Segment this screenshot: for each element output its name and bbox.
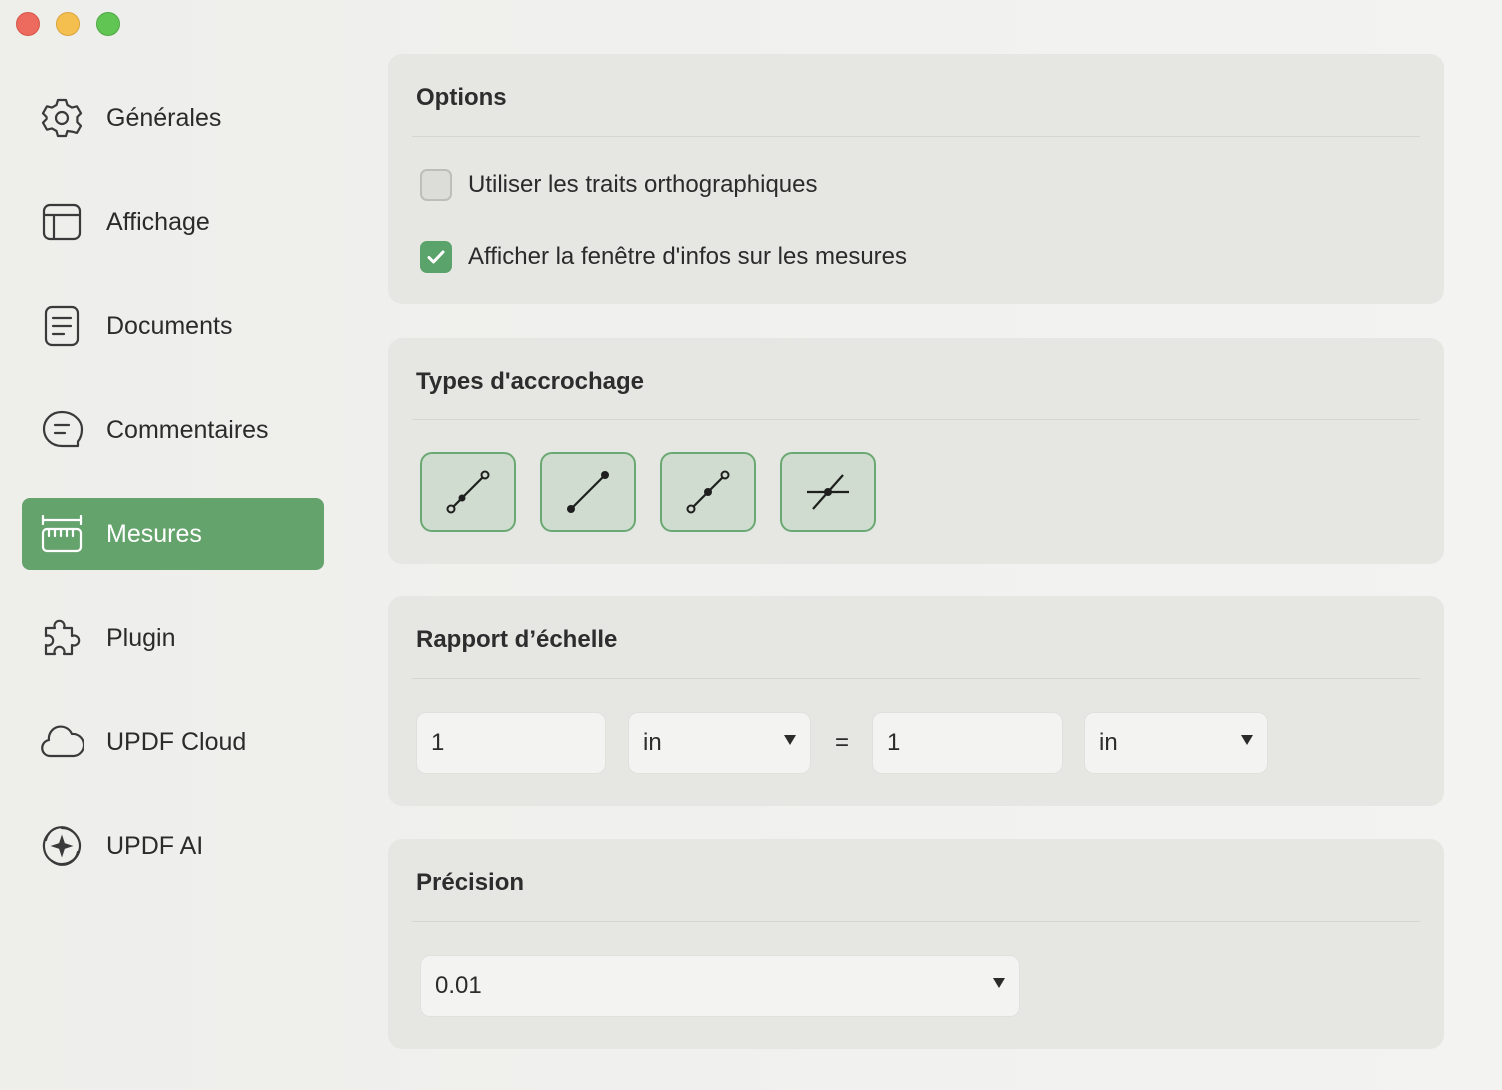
snap-types-panel: Types d'accrochage xyxy=(388,338,1444,564)
checkmark-icon xyxy=(427,250,445,264)
scale-right-value-input[interactable]: 1 xyxy=(872,712,1063,774)
sidebar-item-updf-ai[interactable]: UPDF AI xyxy=(22,810,324,882)
close-window-button[interactable] xyxy=(16,12,40,36)
chevron-down-icon xyxy=(993,978,1005,988)
sidebar-item-affichage[interactable]: Affichage xyxy=(22,186,324,258)
zoom-window-button[interactable] xyxy=(96,12,120,36)
ruler-icon xyxy=(40,512,84,556)
sidebar-item-label: Commentaires xyxy=(106,415,269,444)
scale-left-value-input[interactable]: 1 xyxy=(416,712,606,774)
document-icon xyxy=(40,304,84,348)
snap-to-intersection-button[interactable] xyxy=(780,452,876,532)
layout-icon xyxy=(40,200,84,244)
scale-left-value: 1 xyxy=(431,729,445,756)
snap-to-midpoint-icon xyxy=(686,470,730,514)
scale-ratio-panel: Rapport d’échelle 1 in = 1 in xyxy=(388,596,1444,806)
sidebar-item-label: UPDF AI xyxy=(106,831,204,860)
puzzle-icon xyxy=(40,616,84,660)
chevron-down-icon xyxy=(1241,735,1253,745)
scale-left-unit: in xyxy=(643,729,662,756)
scale-left-unit-select[interactable]: in xyxy=(628,712,811,774)
snap-to-path-button[interactable] xyxy=(420,452,516,532)
options-title: Options xyxy=(416,84,507,111)
sidebar-item-label: Mesures xyxy=(106,519,202,548)
precision-value: 0.01 xyxy=(435,972,482,999)
options-panel: Options Utiliser les traits orthographiq… xyxy=(388,54,1444,304)
sidebar-item-label: Générales xyxy=(106,103,222,132)
snap-to-endpoint-icon xyxy=(567,471,609,513)
snap-to-endpoint-button[interactable] xyxy=(540,452,636,532)
precision-title: Précision xyxy=(416,869,525,896)
scale-right-unit: in xyxy=(1099,729,1118,756)
snap-to-intersection-icon xyxy=(807,474,849,510)
gear-icon xyxy=(40,96,84,140)
divider xyxy=(412,678,1420,679)
comment-icon xyxy=(40,408,84,452)
divider xyxy=(412,921,1420,922)
sidebar-item-label: UPDF Cloud xyxy=(106,727,247,756)
sidebar-item-documents[interactable]: Documents xyxy=(22,290,324,362)
scale-ratio-title: Rapport d’échelle xyxy=(416,626,618,653)
precision-panel: Précision 0.01 xyxy=(388,839,1444,1049)
window-controls xyxy=(16,12,120,36)
scale-right-value: 1 xyxy=(887,729,901,756)
chevron-down-icon xyxy=(784,735,796,745)
sidebar-item-mesures[interactable]: Mesures xyxy=(22,498,324,570)
snap-to-midpoint-button[interactable] xyxy=(660,452,756,532)
sidebar-item-label: Affichage xyxy=(106,207,210,236)
preferences-window: Générales Affichage Documents Commentair… xyxy=(0,0,1502,1090)
ai-sparkle-icon xyxy=(40,824,84,868)
snap-types-title: Types d'accrochage xyxy=(416,368,645,395)
sidebar-item-generales[interactable]: Générales xyxy=(22,82,324,154)
sidebar: Générales Affichage Documents Commentair… xyxy=(22,82,324,914)
show-info-checkbox[interactable] xyxy=(420,241,452,273)
scale-right-unit-select[interactable]: in xyxy=(1084,712,1268,774)
show-info-label: Afficher la fenêtre d'infos sur les mesu… xyxy=(468,243,908,270)
orthographic-checkbox[interactable] xyxy=(420,169,452,201)
minimize-window-button[interactable] xyxy=(56,12,80,36)
orthographic-row[interactable]: Utiliser les traits orthographiques xyxy=(420,169,818,201)
sidebar-item-plugin[interactable]: Plugin xyxy=(22,602,324,674)
divider xyxy=(412,136,1420,137)
sidebar-item-label: Plugin xyxy=(106,623,176,652)
orthographic-label: Utiliser les traits orthographiques xyxy=(468,171,818,198)
sidebar-item-commentaires[interactable]: Commentaires xyxy=(22,394,324,466)
snap-to-path-icon xyxy=(446,470,490,514)
precision-select[interactable]: 0.01 xyxy=(420,955,1020,1017)
cloud-icon xyxy=(40,720,84,764)
equals-sign: = xyxy=(835,729,850,756)
sidebar-item-updf-cloud[interactable]: UPDF Cloud xyxy=(22,706,324,778)
show-info-row[interactable]: Afficher la fenêtre d'infos sur les mesu… xyxy=(420,241,907,273)
divider xyxy=(412,419,1420,420)
sidebar-item-label: Documents xyxy=(106,311,233,340)
